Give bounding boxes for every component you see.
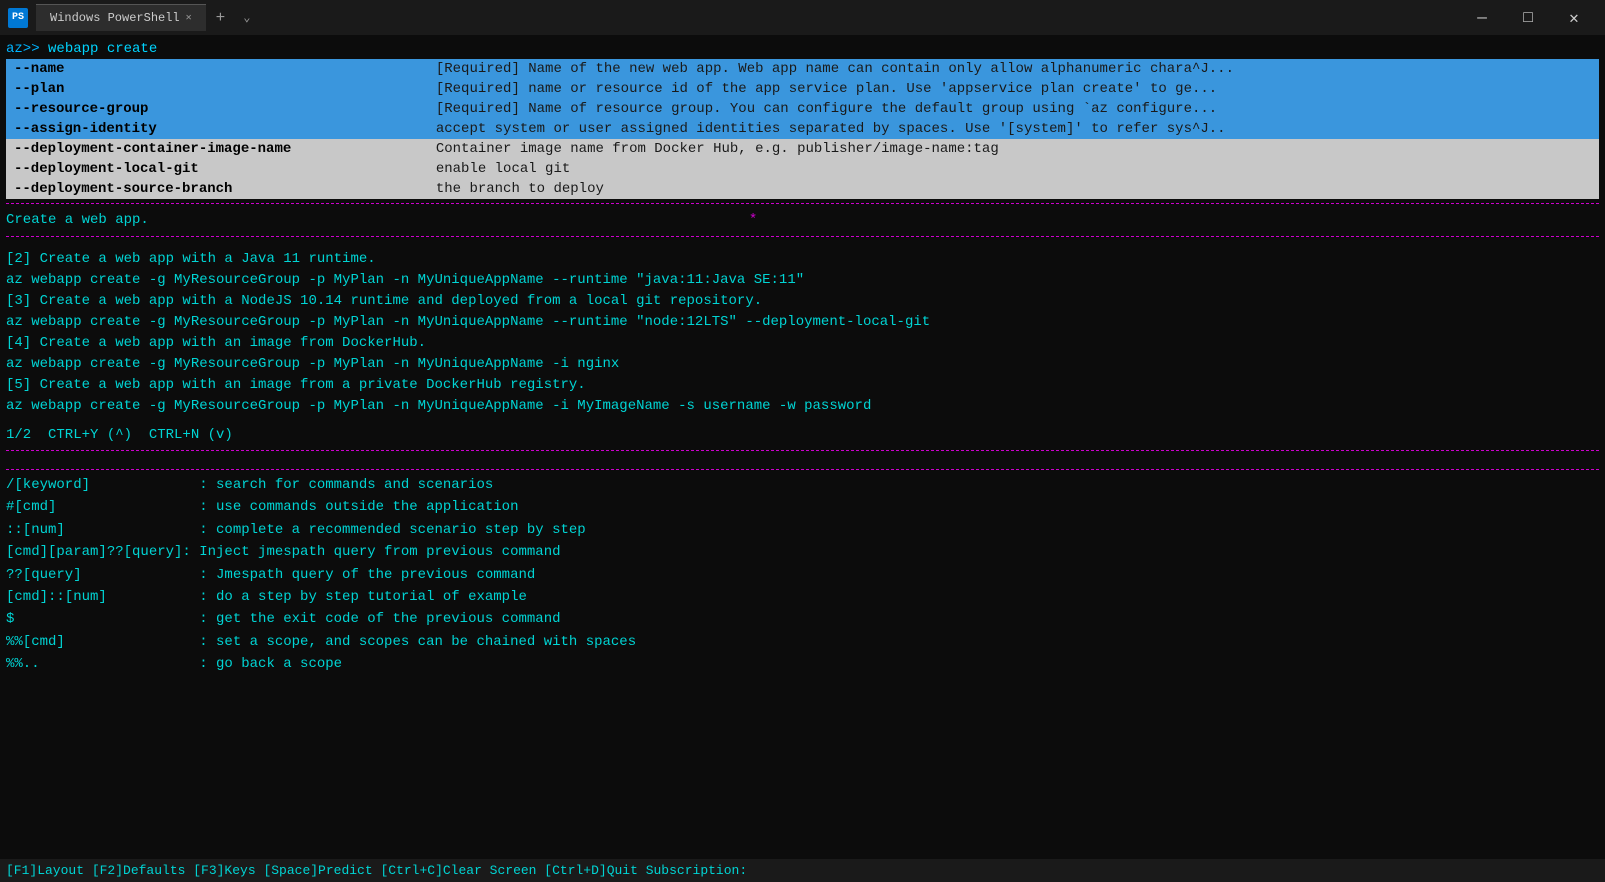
prompt-command: webapp create [40,41,158,57]
section-header: Create a web app. * [6,208,1599,232]
divider-top [6,203,1599,204]
spacer [6,455,1599,465]
autocomplete-param: --name [6,59,428,79]
prompt-line: az>> webapp create [6,41,1599,57]
tab-close-icon[interactable]: ✕ [186,12,192,24]
tab-add-button[interactable]: + [206,5,236,31]
content-line [6,417,1599,425]
asterisk-symbol: * [749,212,757,228]
content-line [6,241,1599,249]
autocomplete-desc: [Required] Name of the new web app. Web … [428,59,1599,79]
divider-after-title [6,236,1599,237]
divider-before-help [6,469,1599,470]
tab-area: Windows PowerShell ✕ + ⌄ [36,4,259,31]
divider-mid [6,450,1599,451]
content-line: [4] Create a web app with an image from … [6,333,1599,354]
autocomplete-param: --assign-identity [6,119,428,139]
app-icon: PS [8,8,28,28]
help-line: ::[num] : complete a recommended scenari… [6,519,1599,541]
autocomplete-param: --deployment-container-image-name [6,139,428,159]
maximize-button[interactable]: □ [1505,0,1551,35]
autocomplete-desc: accept system or user assigned identitie… [428,119,1599,139]
autocomplete-row[interactable]: --assign-identityaccept system or user a… [6,119,1599,139]
help-line: $ : get the exit code of the previous co… [6,608,1599,630]
autocomplete-desc: [Required] Name of resource group. You c… [428,99,1599,119]
content-line: [3] Create a web app with a NodeJS 10.14… [6,291,1599,312]
autocomplete-param: --plan [6,79,428,99]
autocomplete-dropdown[interactable]: --name[Required] Name of the new web app… [6,59,1599,199]
content-line: az webapp create -g MyResourceGroup -p M… [6,396,1599,417]
footer-bar: [F1]Layout [F2]Defaults [F3]Keys [Space]… [0,859,1605,882]
tab-powershell[interactable]: Windows PowerShell ✕ [36,4,206,31]
help-line: [cmd][param]??[query]: Inject jmespath q… [6,541,1599,563]
content-area: [2] Create a web app with a Java 11 runt… [6,241,1599,446]
content-line: 1/2 CTRL+Y (^) CTRL+N (v) [6,425,1599,446]
app-icon-label: PS [12,12,24,23]
section-title-text: Create a web app. [6,212,149,228]
autocomplete-desc: enable local git [428,159,1599,179]
tab-label: Windows PowerShell [50,11,180,25]
window-controls: — □ ✕ [1459,0,1597,35]
help-line: %%.. : go back a scope [6,653,1599,675]
autocomplete-row[interactable]: --resource-group[Required] Name of resou… [6,99,1599,119]
autocomplete-desc: the branch to deploy [428,179,1599,199]
content-line: az webapp create -g MyResourceGroup -p M… [6,354,1599,375]
autocomplete-param: --resource-group [6,99,428,119]
help-line: #[cmd] : use commands outside the applic… [6,496,1599,518]
close-button[interactable]: ✕ [1551,0,1597,35]
autocomplete-row[interactable]: --deployment-local-gitenable local git [6,159,1599,179]
autocomplete-row[interactable]: --deployment-container-image-nameContain… [6,139,1599,159]
help-section: /[keyword] : search for commands and sce… [6,474,1599,676]
autocomplete-row[interactable]: --plan[Required] name or resource id of … [6,79,1599,99]
help-line: %%[cmd] : set a scope, and scopes can be… [6,631,1599,653]
autocomplete-param: --deployment-source-branch [6,179,428,199]
terminal-area[interactable]: az>> webapp create --name[Required] Name… [0,35,1605,882]
autocomplete-row[interactable]: --deployment-source-branchthe branch to … [6,179,1599,199]
prompt-prefix: az>> [6,41,40,57]
autocomplete-desc: Container image name from Docker Hub, e.… [428,139,1599,159]
help-line: ??[query] : Jmespath query of the previo… [6,564,1599,586]
tab-dropdown-button[interactable]: ⌄ [235,6,258,29]
content-line: [2] Create a web app with a Java 11 runt… [6,249,1599,270]
autocomplete-param: --deployment-local-git [6,159,428,179]
content-line: az webapp create -g MyResourceGroup -p M… [6,270,1599,291]
content-line: [5] Create a web app with an image from … [6,375,1599,396]
titlebar: PS Windows PowerShell ✕ + ⌄ — □ ✕ [0,0,1605,35]
autocomplete-desc: [Required] name or resource id of the ap… [428,79,1599,99]
help-line: /[keyword] : search for commands and sce… [6,474,1599,496]
content-line: az webapp create -g MyResourceGroup -p M… [6,312,1599,333]
minimize-button[interactable]: — [1459,0,1505,35]
help-line: [cmd]::[num] : do a step by step tutoria… [6,586,1599,608]
autocomplete-row[interactable]: --name[Required] Name of the new web app… [6,59,1599,79]
